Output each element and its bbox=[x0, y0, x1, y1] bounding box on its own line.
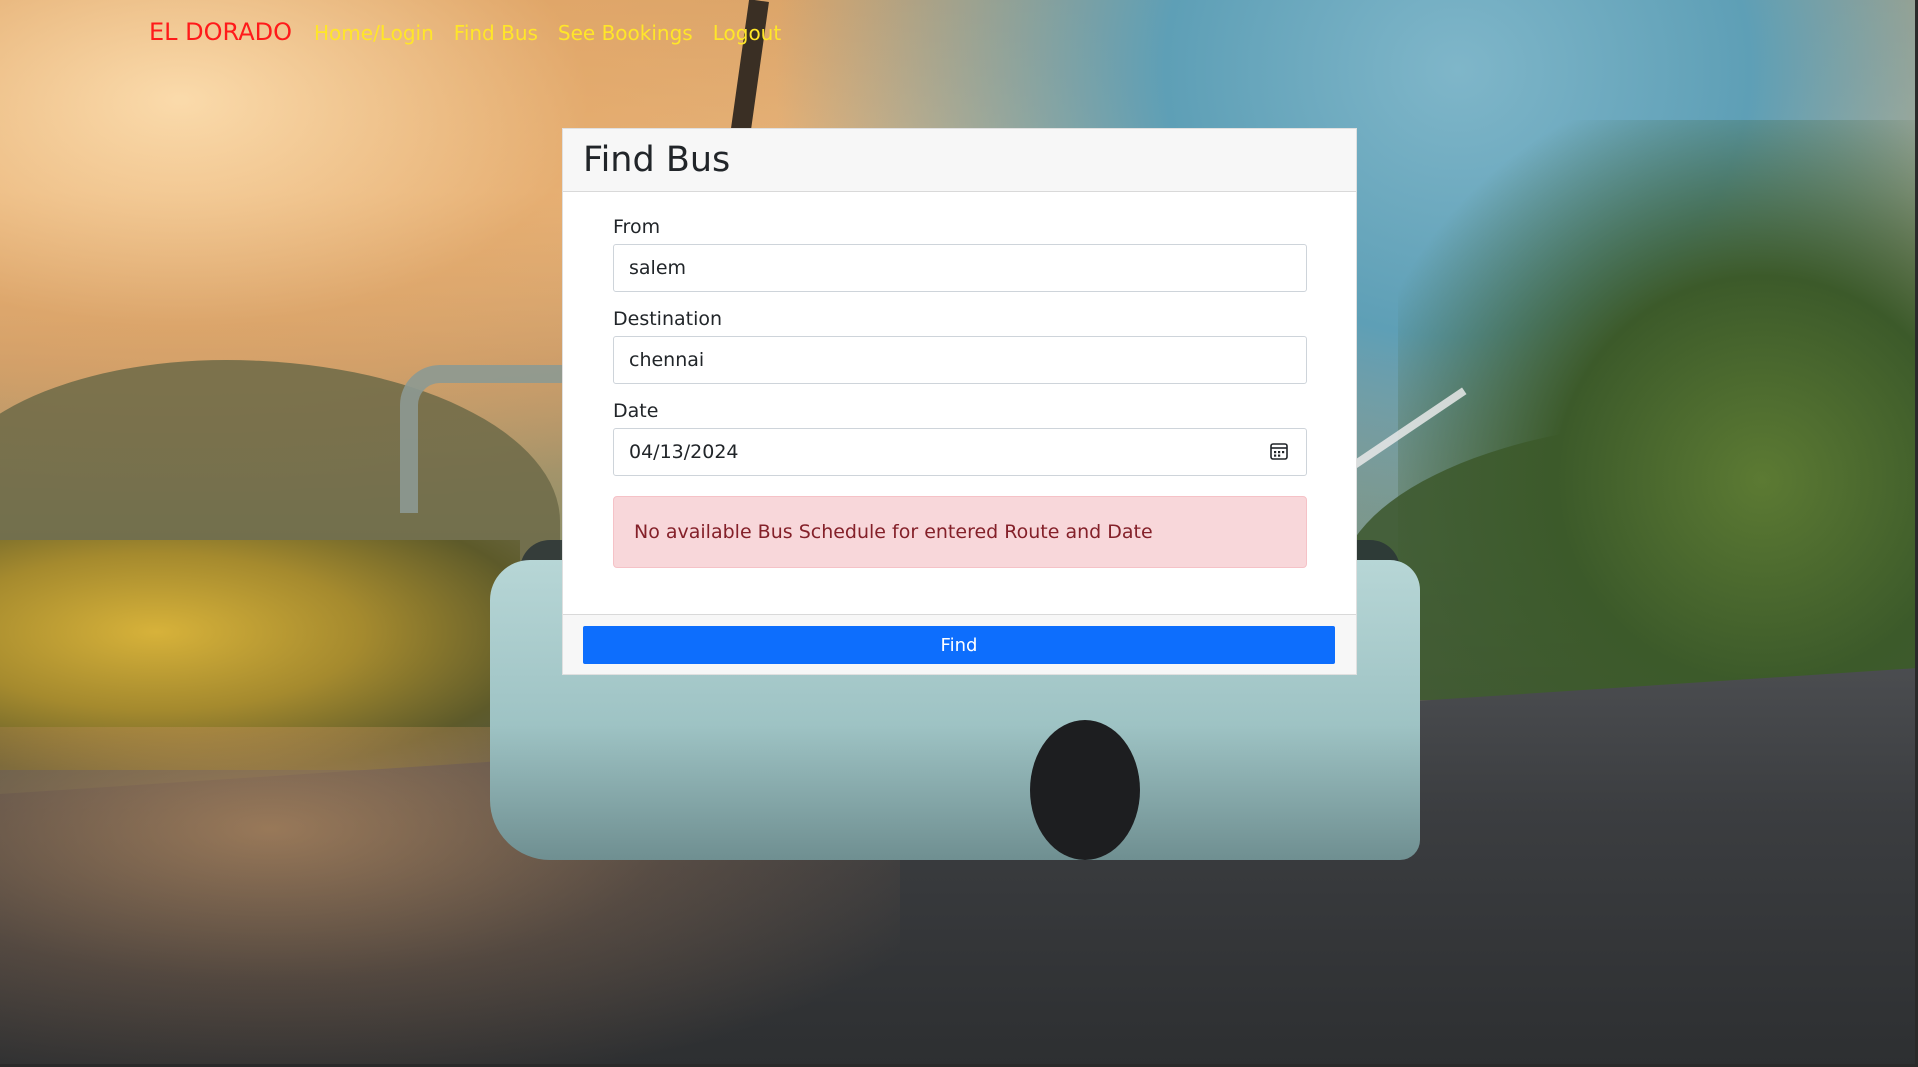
date-group: Date bbox=[613, 400, 1307, 476]
nav-link-see-bookings[interactable]: See Bookings bbox=[558, 21, 693, 45]
card-footer: Find bbox=[563, 614, 1356, 674]
navbar: EL DORADO Home/Login Find Bus See Bookin… bbox=[0, 0, 1918, 68]
nav-link-home-login[interactable]: Home/Login bbox=[314, 21, 434, 45]
find-button[interactable]: Find bbox=[583, 626, 1335, 664]
card-body: From Destination Date bbox=[563, 192, 1356, 568]
find-bus-card: Find Bus From Destination Date bbox=[562, 128, 1357, 675]
date-label: Date bbox=[613, 400, 659, 422]
from-input[interactable] bbox=[613, 244, 1307, 292]
calendar-icon[interactable] bbox=[1269, 441, 1289, 461]
destination-input[interactable] bbox=[613, 336, 1307, 384]
background-bus-mirror bbox=[400, 365, 578, 513]
nav-links: Home/Login Find Bus See Bookings Logout bbox=[314, 21, 781, 45]
date-field-wrapper bbox=[613, 428, 1307, 476]
card-header: Find Bus bbox=[563, 129, 1356, 192]
nav-link-logout[interactable]: Logout bbox=[713, 21, 781, 45]
destination-group: Destination bbox=[613, 308, 1307, 384]
brand-logo[interactable]: EL DORADO bbox=[149, 18, 292, 46]
alert-message: No available Bus Schedule for entered Ro… bbox=[634, 521, 1153, 543]
date-input[interactable] bbox=[613, 428, 1307, 476]
destination-label: Destination bbox=[613, 308, 723, 330]
card-title: Find Bus bbox=[583, 140, 731, 180]
background-palms bbox=[1398, 120, 1918, 720]
from-group: From bbox=[613, 216, 1307, 292]
nav-link-find-bus[interactable]: Find Bus bbox=[454, 21, 538, 45]
no-schedule-alert: No available Bus Schedule for entered Ro… bbox=[613, 496, 1307, 568]
background-bus-wheel bbox=[1030, 720, 1140, 860]
from-label: From bbox=[613, 216, 661, 238]
